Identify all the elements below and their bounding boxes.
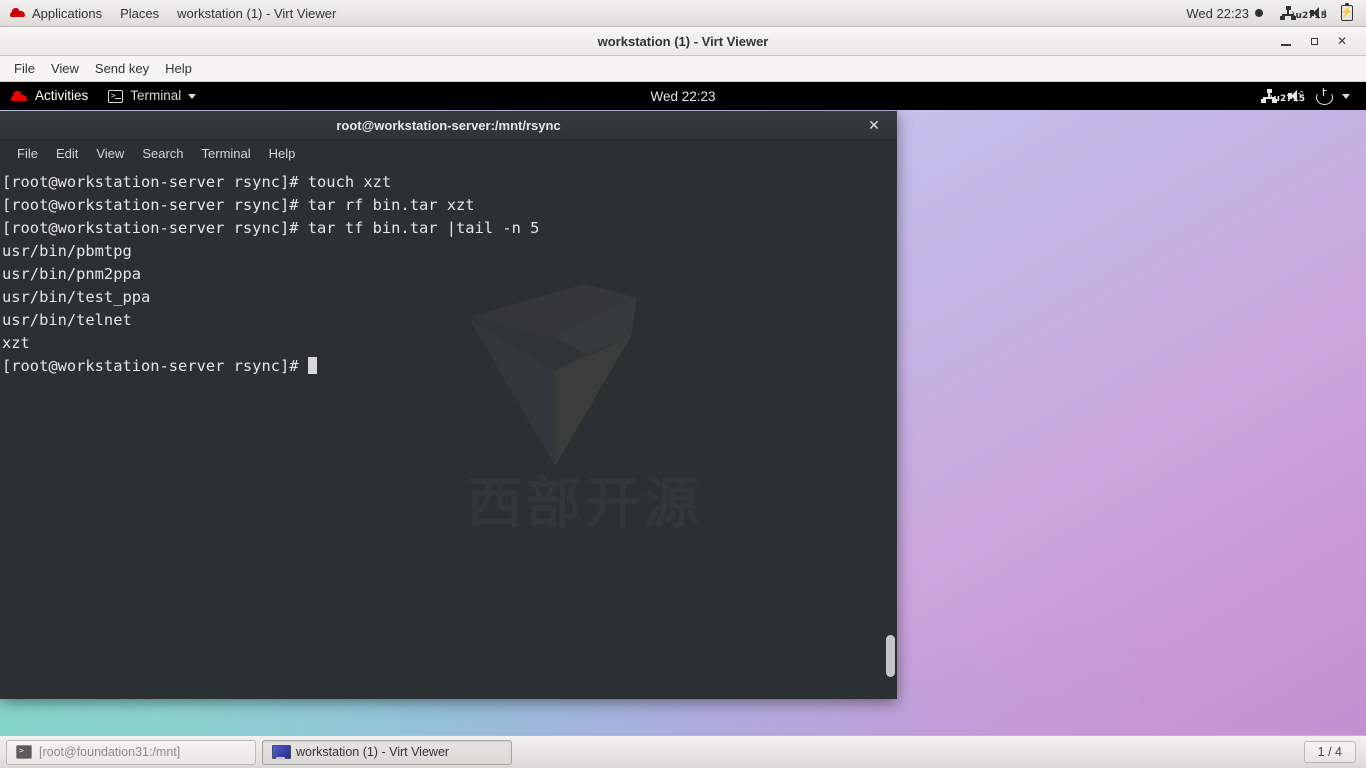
menu-help[interactable]: Help [157, 58, 200, 79]
virt-viewer-title: workstation (1) - Virt Viewer [597, 33, 769, 49]
recording-dot-icon [1255, 9, 1263, 17]
terminal-line: [root@workstation-server rsync]# touch x… [2, 173, 392, 191]
terminal-line: usr/bin/test_ppa [2, 288, 151, 306]
terminal-menubar: File Edit View Search Terminal Help [0, 140, 897, 166]
workspace-indicator[interactable]: 1 / 4 [1303, 740, 1356, 764]
terminal-prompt: [root@workstation-server rsync]# [2, 357, 308, 375]
terminal-menu-terminal[interactable]: Terminal [193, 144, 260, 163]
terminal-icon [108, 89, 124, 103]
redhat-logo-icon [9, 7, 26, 20]
host-clock-label: Wed 22:23 [1186, 5, 1249, 21]
host-battery-icon-button[interactable]: ⚡ [1334, 2, 1360, 24]
places-menu-label: Places [120, 5, 160, 21]
screen-root: Applications Places workstation (1) - Vi… [0, 0, 1366, 768]
host-window-title: workstation (1) - Virt Viewer [177, 5, 337, 21]
redhat-logo-icon [10, 90, 28, 103]
terminal-line: [root@workstation-server rsync]# tar tf … [2, 219, 540, 237]
activities-button[interactable]: Activities [0, 85, 98, 107]
terminal-menu-help[interactable]: Help [260, 144, 305, 163]
menu-view[interactable]: View [43, 58, 87, 79]
terminal-menu-edit[interactable]: Edit [47, 144, 87, 163]
menu-file[interactable]: File [6, 58, 43, 79]
terminal-cursor [307, 357, 317, 374]
bolt-glyph: ⚡ [1340, 7, 1354, 18]
activities-label: Activities [35, 88, 89, 104]
terminal-line: [root@workstation-server rsync]# tar rf … [2, 196, 475, 214]
guest-viewport: Activities Terminal Wed 22:23 [0, 82, 1366, 735]
terminal-body[interactable]: 西部开源 [root@workstation-server rsync]# to… [0, 166, 897, 699]
menu-send-key[interactable]: Send key [87, 58, 157, 79]
close-button[interactable]: ✕ [1328, 29, 1356, 53]
terminal-line: usr/bin/pnm2ppa [2, 265, 141, 283]
terminal-close-button[interactable]: ✕ [863, 114, 885, 136]
maximize-button[interactable] [1300, 29, 1328, 53]
terminal-output: [root@workstation-server rsync]# touch x… [0, 166, 539, 378]
display-icon [272, 744, 291, 760]
applications-menu[interactable]: Applications [0, 4, 111, 23]
terminal-line: usr/bin/telnet [2, 311, 132, 329]
terminal-scrollbar[interactable] [884, 166, 897, 699]
terminal-window: root@workstation-server:/mnt/rsync ✕ Fil… [0, 111, 897, 699]
host-clock[interactable]: Wed 22:23 [1180, 3, 1273, 24]
taskbar-item-label: workstation (1) - Virt Viewer [296, 745, 450, 759]
app-menu-terminal[interactable]: Terminal [98, 85, 206, 107]
virt-viewer-window-controls: ✕ [1272, 29, 1366, 53]
terminal-menu-file[interactable]: File [8, 144, 47, 163]
gnome-status-area: \u2715 [1253, 85, 1366, 108]
speaker-muted-icon: \u2715 [1292, 6, 1327, 21]
terminal-title: root@workstation-server:/mnt/rsync [336, 117, 561, 133]
app-menu-label: Terminal [130, 88, 182, 104]
virt-viewer-menubar: File View Send key Help [0, 56, 1366, 82]
places-menu[interactable]: Places [111, 4, 168, 23]
terminal-menu-view[interactable]: View [87, 144, 133, 163]
gnome-top-bar: Activities Terminal Wed 22:23 [0, 82, 1366, 110]
host-top-panel: Applications Places workstation (1) - Vi… [0, 0, 1366, 27]
terminal-line: xzt [2, 334, 30, 352]
terminal-menu-search[interactable]: Search [133, 144, 192, 163]
host-taskbar: [root@foundation31:/mnt] workstation (1)… [0, 735, 1366, 768]
host-volume-icon-button[interactable]: \u2715 [1292, 3, 1334, 23]
terminal-line: usr/bin/pbmtpg [2, 242, 132, 260]
virt-viewer-titlebar[interactable]: workstation (1) - Virt Viewer ✕ [0, 27, 1366, 56]
host-panel-tray: Wed 22:23 \u2715 ⚡ [1180, 2, 1366, 24]
power-icon [1316, 87, 1331, 104]
chevron-down-icon [188, 93, 197, 99]
taskbar-item-foundation-terminal[interactable]: [root@foundation31:/mnt] [6, 739, 256, 765]
chevron-down-icon [1342, 93, 1350, 99]
terminal-icon [16, 745, 32, 759]
taskbar-item-label: [root@foundation31:/mnt] [39, 745, 181, 759]
gnome-system-menu[interactable]: \u2715 [1253, 85, 1358, 108]
taskbar-item-virt-viewer[interactable]: workstation (1) - Virt Viewer [262, 739, 512, 765]
battery-charging-icon: ⚡ [1340, 2, 1354, 21]
watermark-text: 西部开源 [435, 476, 735, 531]
host-window-title-item[interactable]: workstation (1) - Virt Viewer [168, 4, 345, 23]
applications-menu-label: Applications [32, 5, 103, 21]
terminal-scrollbar-thumb[interactable] [886, 635, 895, 677]
terminal-titlebar[interactable]: root@workstation-server:/mnt/rsync ✕ [0, 111, 897, 140]
virt-viewer-window: workstation (1) - Virt Viewer ✕ File Vie… [0, 27, 1366, 735]
minimize-button[interactable] [1272, 29, 1300, 53]
speaker-muted-icon: \u2715 [1270, 89, 1305, 104]
